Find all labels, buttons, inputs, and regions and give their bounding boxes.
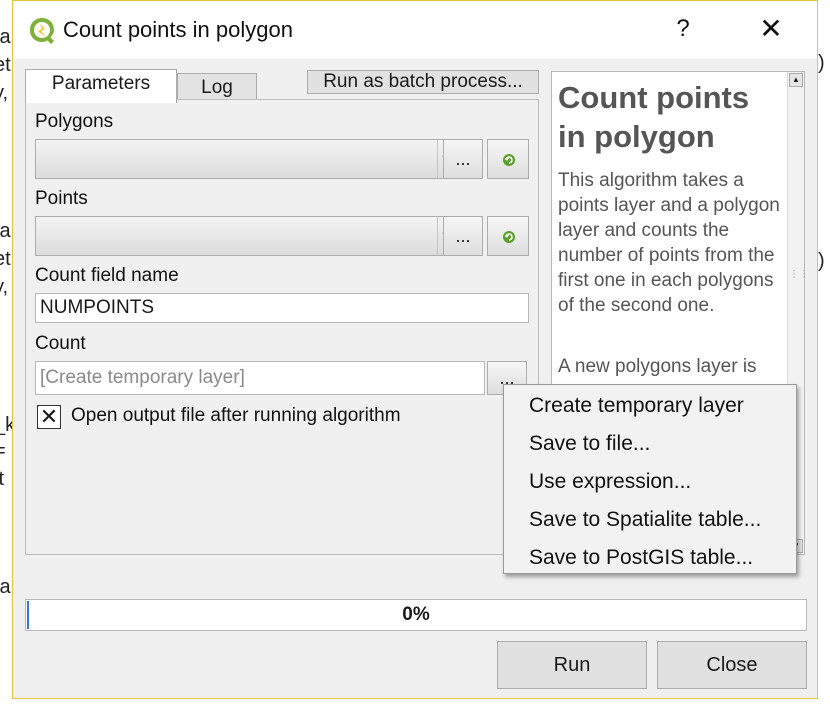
- run-button[interactable]: Run: [497, 641, 647, 689]
- title-bar: Count points in polygon ? ✕: [13, 1, 817, 59]
- qgis-logo-icon: [30, 18, 54, 44]
- count-field-name-label: Count field name: [35, 265, 179, 286]
- close-icon[interactable]: ✕: [753, 11, 789, 47]
- help-description-continued: A new polygons layer is: [558, 356, 757, 377]
- points-iterate-button[interactable]: [487, 216, 529, 256]
- points-combo[interactable]: ▾: [35, 216, 453, 256]
- menu-item-use-expression[interactable]: Use expression...: [504, 463, 796, 501]
- menu-item-save-to-file[interactable]: Save to file...: [504, 425, 796, 463]
- help-button[interactable]: ?: [665, 11, 701, 47]
- help-title: Count points in polygon: [558, 80, 750, 154]
- tab-log[interactable]: Log: [177, 73, 257, 101]
- polygons-browse-button[interactable]: ...: [443, 139, 483, 179]
- close-button[interactable]: Close: [657, 641, 807, 689]
- dialog-title: Count points in polygon: [63, 17, 293, 42]
- open-output-label: Open output file after running algorithm: [71, 405, 401, 426]
- green-arrow-icon: [503, 231, 515, 243]
- tab-parameters[interactable]: Parameters: [25, 69, 177, 103]
- menu-item-save-to-spatialite[interactable]: Save to Spatialite table...: [504, 501, 796, 539]
- polygons-iterate-button[interactable]: [487, 139, 529, 179]
- points-browse-button[interactable]: ...: [443, 216, 483, 256]
- progress-bar: 0%: [25, 599, 807, 631]
- scroll-up-icon[interactable]: ▲: [789, 73, 803, 87]
- menu-item-save-to-postgis[interactable]: Save to PostGIS table...: [504, 539, 796, 577]
- background-window-right-edge: )): [818, 52, 825, 272]
- splitter-grip-icon[interactable]: ⋮⋮: [789, 269, 809, 287]
- progress-label: 0%: [402, 604, 430, 625]
- count-points-dialog: Count points in polygon ? ✕ Log Paramete…: [12, 0, 818, 699]
- output-options-menu: Create temporary layer Save to file... U…: [503, 384, 797, 574]
- polygons-combo[interactable]: ▾: [35, 139, 453, 179]
- points-label: Points: [35, 188, 88, 209]
- green-arrow-icon: [503, 154, 515, 166]
- polygons-label: Polygons: [35, 111, 114, 132]
- count-output-input[interactable]: [Create temporary layer]: [35, 361, 485, 395]
- menu-item-create-temporary-layer[interactable]: Create temporary layer: [504, 387, 796, 425]
- help-description: This algorithm takes a points layer and …: [558, 170, 780, 316]
- count-label: Count: [35, 333, 86, 354]
- open-output-checkbox[interactable]: ✕: [37, 405, 61, 429]
- count-field-name-input[interactable]: NUMPOINTS: [35, 293, 529, 323]
- run-as-batch-button[interactable]: Run as batch process...: [307, 70, 539, 94]
